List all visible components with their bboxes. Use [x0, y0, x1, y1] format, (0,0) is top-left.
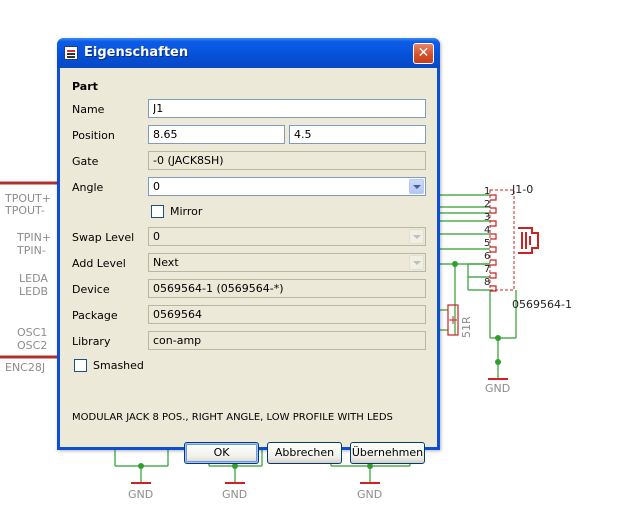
- angle-select[interactable]: 0: [148, 177, 426, 196]
- svg-text:6: 6: [484, 251, 490, 262]
- svg-text:2: 2: [484, 199, 490, 210]
- close-button[interactable]: ✕: [413, 43, 434, 64]
- device-field: 0569564-1 (0569564-*): [148, 279, 426, 298]
- connector-pin-marks: [490, 194, 497, 292]
- swap-level-value: 0: [153, 230, 160, 243]
- section-label: Part: [72, 80, 98, 93]
- ok-button[interactable]: OK: [184, 442, 259, 464]
- net-label: TPIN+: [16, 231, 51, 244]
- gnd-label: GND: [128, 488, 153, 501]
- add-level-select: Next: [148, 253, 426, 272]
- part-description: MODULAR JACK 8 POS., RIGHT ANGLE, LOW PR…: [72, 412, 393, 423]
- svg-text:1: 1: [484, 186, 490, 197]
- resistor-label: 51R: [460, 316, 473, 338]
- package-label: Package: [72, 309, 118, 322]
- dialog-body: Part Name Position Gate -0 (JACK8SH) Ang…: [60, 68, 437, 464]
- net-label: TPOUT-: [4, 204, 45, 217]
- svg-text:7: 7: [484, 264, 490, 275]
- add-level-value: Next: [153, 256, 179, 269]
- part-name-label: ENC28J: [5, 361, 45, 374]
- smashed-label: Smashed: [93, 359, 144, 372]
- library-label: Library: [72, 335, 111, 348]
- swap-level-select: 0: [148, 227, 426, 246]
- net-label: OSC2: [17, 339, 47, 352]
- chevron-down-icon: [409, 255, 424, 270]
- name-label: Name: [72, 103, 105, 116]
- gnd-label: GND: [485, 382, 510, 395]
- gnd-label: GND: [357, 488, 382, 501]
- smashed-checkbox[interactable]: [74, 359, 87, 372]
- dialog-titlebar[interactable]: Eigenschaften ✕: [57, 38, 440, 68]
- library-field: con-amp: [148, 331, 426, 350]
- device-label: Device: [72, 283, 110, 296]
- mirror-label: Mirror: [170, 205, 203, 218]
- add-level-label: Add Level: [72, 257, 126, 270]
- swap-level-label: Swap Level: [72, 231, 135, 244]
- dialog-title: Eigenschaften: [84, 45, 189, 60]
- apply-button[interactable]: Übernehmen: [350, 442, 425, 464]
- svg-text:8: 8: [484, 277, 490, 288]
- properties-dialog: Eigenschaften ✕ Part Name Position Gate …: [57, 38, 440, 464]
- net-label: LEDB: [19, 285, 48, 298]
- pin-numbers: 1 2 3 4 5 6 7 8: [484, 186, 490, 288]
- net-label: TPIN-: [16, 244, 46, 257]
- part-value: 0569564-1: [512, 298, 572, 311]
- gate-field: -0 (JACK8SH): [148, 151, 426, 170]
- part-name: J1-0: [511, 183, 533, 196]
- chevron-down-icon[interactable]: [409, 179, 424, 194]
- angle-value: 0: [153, 180, 160, 193]
- connector-body: [489, 189, 515, 291]
- angle-label: Angle: [72, 181, 104, 194]
- net-label: OSC1: [17, 326, 47, 339]
- svg-text:3: 3: [484, 212, 490, 223]
- gnd-label: GND: [222, 488, 247, 501]
- name-input[interactable]: [148, 99, 426, 118]
- svg-text:5: 5: [484, 238, 490, 249]
- svg-text:4: 4: [484, 225, 490, 236]
- position-x-input[interactable]: [148, 125, 285, 144]
- modular-jack-icon: [518, 227, 539, 254]
- package-field: 0569564: [148, 305, 426, 324]
- chevron-down-icon: [409, 229, 424, 244]
- net-label: LEDA: [19, 272, 48, 285]
- cancel-button[interactable]: Abbrechen: [267, 442, 342, 464]
- position-label: Position: [72, 129, 115, 142]
- mirror-checkbox[interactable]: [151, 205, 164, 218]
- dialog-app-icon: [64, 46, 78, 60]
- position-y-input[interactable]: [289, 125, 426, 144]
- gate-label: Gate: [72, 155, 99, 168]
